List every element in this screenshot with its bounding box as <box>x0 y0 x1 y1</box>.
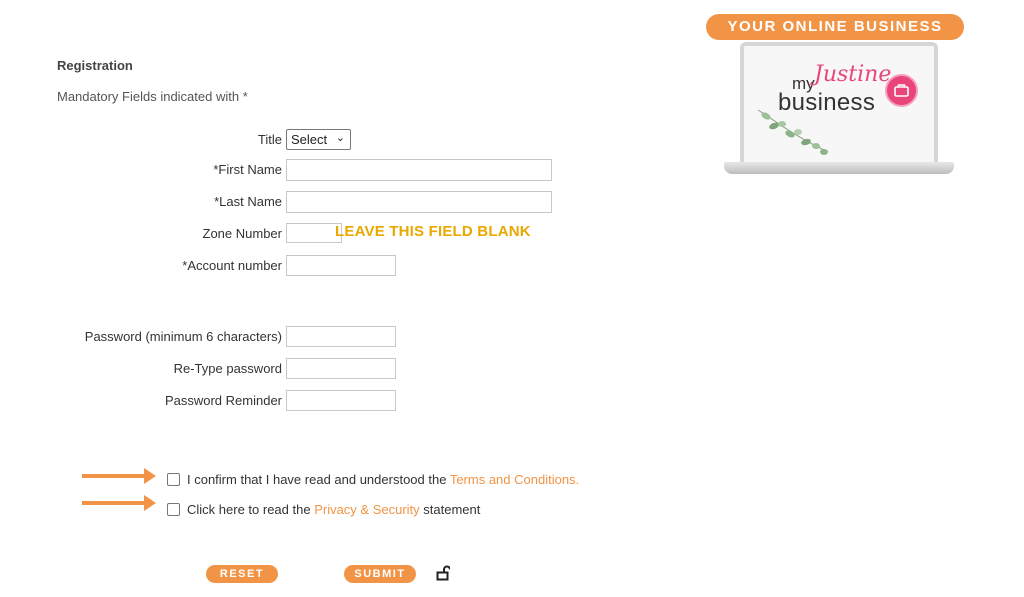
logo-justine: Justine <box>814 62 892 87</box>
eucalyptus-leaves-icon <box>757 109 829 155</box>
chevron-down-icon: ⌄ <box>335 132 345 144</box>
mandatory-note: Mandatory Fields indicated with * <box>57 89 248 104</box>
right-arrow-icon <box>144 495 156 511</box>
page-title: Registration <box>57 58 133 73</box>
first-name-label: *First Name <box>213 162 282 177</box>
title-label: Title <box>257 132 282 147</box>
right-arrow-icon <box>144 468 156 484</box>
terms-prefix: I confirm that I have read and understoo… <box>187 472 450 487</box>
retype-password-input[interactable] <box>286 358 396 379</box>
password-input[interactable] <box>286 326 396 347</box>
laptop-base <box>724 162 954 174</box>
right-arrow-icon <box>82 474 146 478</box>
briefcase-logo-icon <box>885 74 918 107</box>
password-label: Password (minimum 6 characters) <box>84 329 282 344</box>
terms-statement: I confirm that I have read and understoo… <box>187 472 579 487</box>
submit-button[interactable]: SUBMIT <box>344 565 416 583</box>
promo-banner: YOUR ONLINE BUSINESS TOOL <box>706 14 964 61</box>
terms-checkbox[interactable] <box>167 473 180 486</box>
reset-button[interactable]: RESET <box>206 565 278 583</box>
unlocked-padlock-icon <box>436 565 450 581</box>
privacy-statement: Click here to read the Privacy & Securit… <box>187 502 480 517</box>
privacy-checkbox[interactable] <box>167 503 180 516</box>
account-number-label: *Account number <box>182 258 282 273</box>
first-name-input[interactable] <box>286 159 552 181</box>
zone-number-input[interactable] <box>286 223 342 243</box>
privacy-link[interactable]: Privacy & Security <box>314 502 419 517</box>
right-arrow-icon <box>82 501 146 505</box>
zone-hint: LEAVE THIS FIELD BLANK <box>335 223 531 240</box>
retype-password-label: Re-Type password <box>173 361 282 376</box>
account-number-input[interactable] <box>286 255 396 276</box>
last-name-label: *Last Name <box>214 194 282 209</box>
last-name-input[interactable] <box>286 191 552 213</box>
title-select-value: Select <box>291 132 328 147</box>
privacy-prefix: Click here to read the <box>187 502 315 517</box>
zone-number-label: Zone Number <box>202 226 282 241</box>
password-reminder-label: Password Reminder <box>164 393 282 408</box>
password-reminder-input[interactable] <box>286 390 396 411</box>
privacy-suffix: statement <box>419 502 481 517</box>
title-select[interactable]: Select ⌄ <box>286 129 351 150</box>
terms-link[interactable]: Terms and Conditions. <box>450 472 579 487</box>
